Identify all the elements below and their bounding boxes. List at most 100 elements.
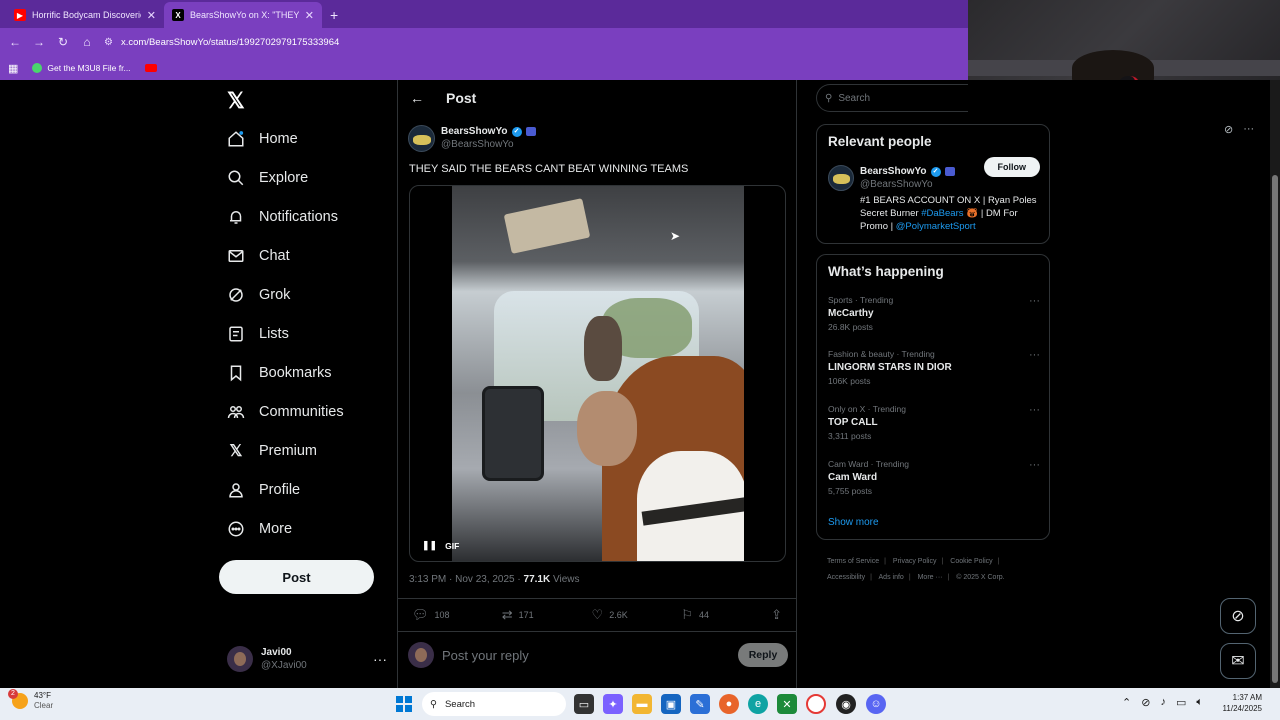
sidebar-item-explore[interactable]: Explore — [227, 166, 308, 190]
sidebar-item-communities[interactable]: Communities — [227, 400, 344, 424]
footer-link[interactable]: Privacy Policy — [893, 558, 937, 565]
hashtag-link[interactable]: #DaBears — [921, 208, 963, 219]
browser-tab-strip: ▶ Horrific Bodycam Discoveries E ✕ X Bea… — [0, 0, 968, 28]
post-header: ← Post — [398, 80, 796, 116]
bookmark-button[interactable]: ⚐ 44 — [681, 607, 771, 623]
trend-item[interactable]: Sports · Trending McCarthy 26.8K posts ·… — [828, 295, 1040, 339]
post-media[interactable]: ➤ ❚❚ GIF — [409, 185, 786, 562]
tab-title: BearsShowYo on X: "THEY SAID — [190, 10, 299, 20]
x-logo-icon[interactable]: 𝕏 — [227, 88, 249, 113]
sidebar-item-grok[interactable]: Grok — [227, 283, 290, 307]
follow-button[interactable]: Follow — [983, 157, 1040, 177]
site-info-icon[interactable]: ⚙ — [104, 37, 113, 48]
author-name[interactable]: BearsShowYo — [441, 125, 508, 138]
clock[interactable]: 1:37 AM 11/24/2025 — [1222, 692, 1262, 714]
trend-item[interactable]: Only on X · Trending TOP CALL 3,311 post… — [828, 404, 1040, 448]
reply-button[interactable]: 💬︎ 108 — [412, 607, 502, 623]
home-icon — [227, 130, 245, 148]
more-icon[interactable]: ··· — [373, 651, 387, 667]
sidebar-item-label: Grok — [259, 287, 291, 303]
file-explorer-icon[interactable]: ▬ — [632, 694, 652, 714]
people-icon — [227, 403, 245, 421]
trend-item[interactable]: Fashion & beauty · Trending LINGORM STAR… — [828, 349, 1040, 393]
messages-fab-icon[interactable]: ✉ — [1220, 643, 1256, 679]
sidebar-item-profile[interactable]: Profile — [227, 478, 300, 502]
edge-icon[interactable]: e — [748, 694, 768, 714]
microphone-icon[interactable]: ♪ — [1160, 696, 1166, 709]
sidebar-item-home[interactable]: Home — [227, 127, 298, 151]
search-input[interactable]: ⚲ Search — [816, 84, 968, 112]
new-tab-button[interactable]: + — [330, 7, 338, 23]
pause-icon[interactable]: ❚❚ — [422, 540, 437, 551]
discord-icon[interactable]: ☺ — [866, 694, 886, 714]
forward-icon[interactable]: → — [32, 35, 46, 49]
bookmark-item[interactable]: Get the M3U8 File fr... — [32, 63, 131, 73]
close-icon[interactable]: ✕ — [305, 9, 314, 22]
grok-fab-icon[interactable]: ⊘ — [1220, 598, 1256, 634]
app-icon[interactable]: ◉ — [836, 694, 856, 714]
start-button[interactable] — [396, 696, 412, 712]
weather-widget[interactable]: 2 43°F Clear — [8, 689, 53, 711]
sidebar-item-more[interactable]: More — [227, 517, 292, 541]
author-handle[interactable]: @BearsShowYo — [441, 138, 536, 151]
gif-image: ➤ — [452, 186, 744, 561]
copilot-icon[interactable]: ✦ — [603, 694, 623, 714]
home-icon[interactable]: ⌂ — [80, 35, 94, 49]
footer-link[interactable]: More ··· — [918, 574, 943, 581]
chevron-up-icon[interactable]: ⌃ — [1122, 696, 1131, 709]
chrome-icon[interactable] — [806, 694, 826, 714]
copyright: © 2025 X Corp. — [956, 574, 1005, 581]
xbox-icon[interactable]: ✕ — [777, 694, 797, 714]
person-handle[interactable]: @BearsShowYo — [860, 179, 933, 190]
mention-link[interactable]: @PolymarketSport — [896, 221, 976, 232]
page-scrollbar[interactable] — [1270, 80, 1280, 688]
reply-submit-button[interactable]: Reply — [738, 643, 788, 667]
tab-x-post[interactable]: X BearsShowYo on X: "THEY SAID ✕ — [164, 2, 322, 28]
sidebar-item-bookmarks[interactable]: Bookmarks — [227, 361, 332, 385]
person-name[interactable]: BearsShowYo — [860, 165, 927, 178]
apps-icon[interactable]: ▦ — [8, 62, 18, 75]
more-icon[interactable]: ··· — [1029, 404, 1040, 416]
app-icon[interactable]: ✎ — [690, 694, 710, 714]
account-switcher[interactable]: Javi00 @XJavi00 ··· — [227, 642, 387, 676]
avatar[interactable] — [408, 124, 435, 152]
post-timestamp[interactable]: 3:13 PM · Nov 23, 2025 · — [409, 574, 524, 585]
reload-icon[interactable]: ↻ — [56, 35, 70, 49]
tab-youtube[interactable]: ▶ Horrific Bodycam Discoveries E ✕ — [6, 2, 164, 28]
sidebar-item-notifications[interactable]: Notifications — [227, 205, 338, 229]
reply-input[interactable]: Post your reply — [442, 648, 730, 663]
task-view-icon[interactable]: ▭ — [574, 694, 594, 714]
sidebar-item-label: Bookmarks — [259, 365, 332, 381]
firefox-icon[interactable]: ● — [719, 694, 739, 714]
footer-link[interactable]: Ads info — [879, 574, 904, 581]
speaker-icon[interactable]: 🔈︎ — [1196, 696, 1203, 709]
avatar[interactable] — [828, 165, 854, 191]
back-icon[interactable]: ← — [8, 35, 22, 49]
bookmark-youtube[interactable] — [144, 64, 157, 72]
show-more-link[interactable]: Show more — [828, 517, 879, 528]
sidebar-item-label: Home — [259, 131, 298, 147]
display-icon[interactable]: ▭ — [1176, 696, 1186, 709]
footer-link[interactable]: Terms of Service — [827, 558, 879, 565]
share-button[interactable]: ⇪ — [771, 607, 782, 623]
taskbar-search[interactable]: ⚲ Search — [422, 692, 566, 716]
trend-item[interactable]: Cam Ward · Trending Cam Ward 5,755 posts… — [828, 459, 1040, 503]
footer-link[interactable]: Accessibility — [827, 574, 865, 581]
footer-link[interactable]: Cookie Policy — [950, 558, 992, 565]
weather-icon: 2 — [8, 689, 28, 709]
repost-button[interactable]: ⇄ 171 — [502, 607, 592, 623]
more-icon[interactable]: ··· — [1029, 459, 1040, 471]
more-icon[interactable]: ··· — [1029, 295, 1040, 307]
post-button[interactable]: Post — [219, 560, 374, 594]
sidebar-item-label: Chat — [259, 248, 290, 264]
url-field[interactable]: ⚙ x.com/BearsShowYo/status/1992702979175… — [104, 31, 960, 53]
sidebar-item-chat[interactable]: Chat — [227, 244, 290, 268]
back-arrow-icon[interactable]: ← — [410, 90, 424, 106]
sidebar-item-lists[interactable]: Lists — [227, 322, 289, 346]
more-icon[interactable]: ··· — [1029, 349, 1040, 361]
sidebar-item-premium[interactable]: 𝕏 Premium — [227, 439, 317, 463]
close-icon[interactable]: ✕ — [147, 9, 156, 22]
store-icon[interactable]: ▣ — [661, 694, 681, 714]
network-off-icon[interactable]: ⊘ — [1141, 696, 1150, 709]
like-button[interactable]: ♡ 2.6K — [592, 607, 682, 623]
